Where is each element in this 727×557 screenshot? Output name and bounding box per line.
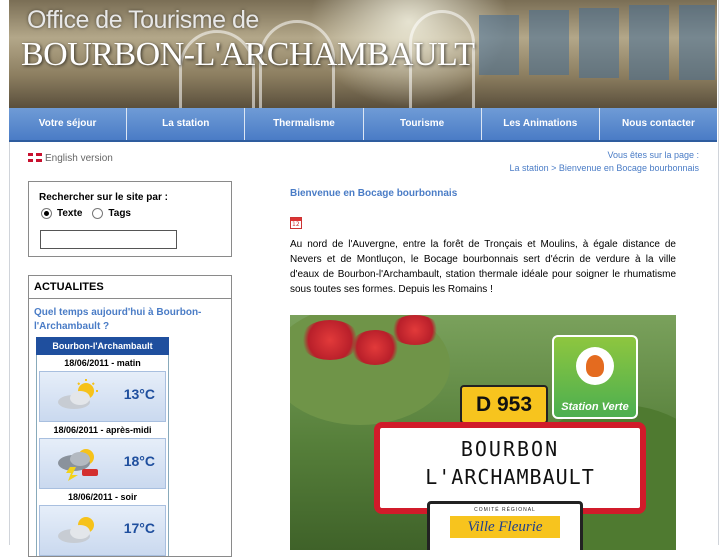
photo-flowers (390, 315, 440, 345)
search-label: Rechercher sur le site par : (39, 192, 168, 203)
weather-slot: 18/06/2011 - après-midi 18°C (36, 422, 169, 489)
uk-flag-icon (28, 153, 42, 162)
news-heading: ACTUALITES (34, 281, 104, 293)
search-mode-options: Texte Tags (41, 208, 131, 219)
ville-fleurie-committee: COMITÉ RÉGIONAL (474, 507, 536, 513)
weather-date: 18/06/2011 - après-midi (37, 422, 168, 438)
weather-slot: 18/06/2011 - soir 17°C (36, 489, 169, 556)
nav-tourisme[interactable]: Tourisme (364, 108, 482, 140)
breadcrumb-prefix: Vous êtes sur la page : (607, 150, 699, 160)
nav-les-animations[interactable]: Les Animations (482, 108, 600, 140)
weather-question-link[interactable]: Quel temps aujourd'hui à Bourbon-l'Archa… (34, 306, 224, 334)
weather-box: 18°C (39, 438, 166, 489)
header-banner: Office de Tourisme de BOURBON-L'ARCHAMBA… (9, 0, 717, 108)
news-divider (29, 298, 231, 299)
banner-tile (629, 5, 669, 80)
station-verte-label: Station Verte (561, 401, 629, 413)
weather-temp: 18°C (123, 453, 155, 469)
search-box: Rechercher sur le site par : Texte Tags (28, 181, 232, 257)
weather-widget: Bourbon-l'Archambault 18/06/2011 - matin… (36, 337, 169, 556)
radio-tags[interactable] (92, 208, 104, 219)
intro-paragraph: Au nord de l'Auvergne, entre la forêt de… (290, 239, 676, 295)
weather-temp: 17°C (123, 520, 155, 536)
news-panel: ACTUALITES Quel temps aujourd'hui à Bour… (28, 275, 232, 557)
weather-slot: 18/06/2011 - matin 13°C (36, 355, 169, 422)
radio-texte-label: Texte (57, 208, 83, 219)
town-sign-line1: BOURBON (460, 437, 560, 461)
nav-la-station[interactable]: La station (127, 108, 246, 140)
weather-temp: 13°C (123, 386, 155, 402)
road-number-sign: D 953 (460, 385, 548, 424)
breadcrumb-separator: > (551, 163, 557, 173)
ville-fleurie-sign: COMITÉ RÉGIONAL Ville Fleurie (427, 501, 583, 550)
weather-box: 17°C (39, 505, 166, 556)
calendar-icon[interactable] (290, 217, 302, 229)
page-title: Bienvenue en Bocage bourbonnais (290, 188, 458, 199)
partly-cloudy-icon (58, 517, 94, 543)
nav-thermalisme[interactable]: Thermalisme (245, 108, 364, 140)
weather-city: Bourbon-l'Archambault (36, 337, 169, 355)
banner-tile (479, 15, 519, 75)
english-version-label: English version (45, 153, 113, 164)
breadcrumb-current[interactable]: Bienvenue en Bocage bourbonnais (559, 163, 699, 173)
station-verte-badge: Station Verte (552, 335, 638, 419)
radio-tags-label: Tags (108, 208, 131, 219)
search-input[interactable] (40, 230, 177, 249)
breadcrumb: Vous êtes sur la page : La station > Bie… (510, 149, 699, 175)
site-title-line2: BOURBON-L'ARCHAMBAULT (21, 36, 475, 73)
weather-date: 18/06/2011 - soir (37, 489, 168, 505)
station-verte-logo (576, 347, 614, 385)
partly-cloudy-icon (58, 379, 98, 409)
main-nav: Votre séjour La station Thermalisme Tour… (9, 108, 717, 142)
banner-tile (579, 8, 619, 78)
weather-box: 13°C (39, 371, 166, 422)
ville-fleurie-label: Ville Fleurie (450, 516, 560, 538)
weather-date: 18/06/2011 - matin (37, 355, 168, 371)
storm-icon (58, 449, 98, 481)
site-title-line1: Office de Tourisme de (27, 6, 259, 34)
nav-votre-sejour[interactable]: Votre séjour (9, 108, 128, 140)
radio-texte[interactable] (41, 208, 52, 219)
breadcrumb-la-station[interactable]: La station (510, 163, 549, 173)
nav-nous-contacter[interactable]: Nous contacter (600, 108, 717, 140)
english-version-link[interactable]: English version (28, 153, 113, 164)
town-sign-photo: Station Verte D 953 BOURBON L'ARCHAMBAUL… (290, 315, 676, 550)
banner-tile (529, 10, 569, 75)
banner-tile (679, 5, 715, 80)
town-sign-line2: L'ARCHAMBAULT (425, 465, 595, 489)
